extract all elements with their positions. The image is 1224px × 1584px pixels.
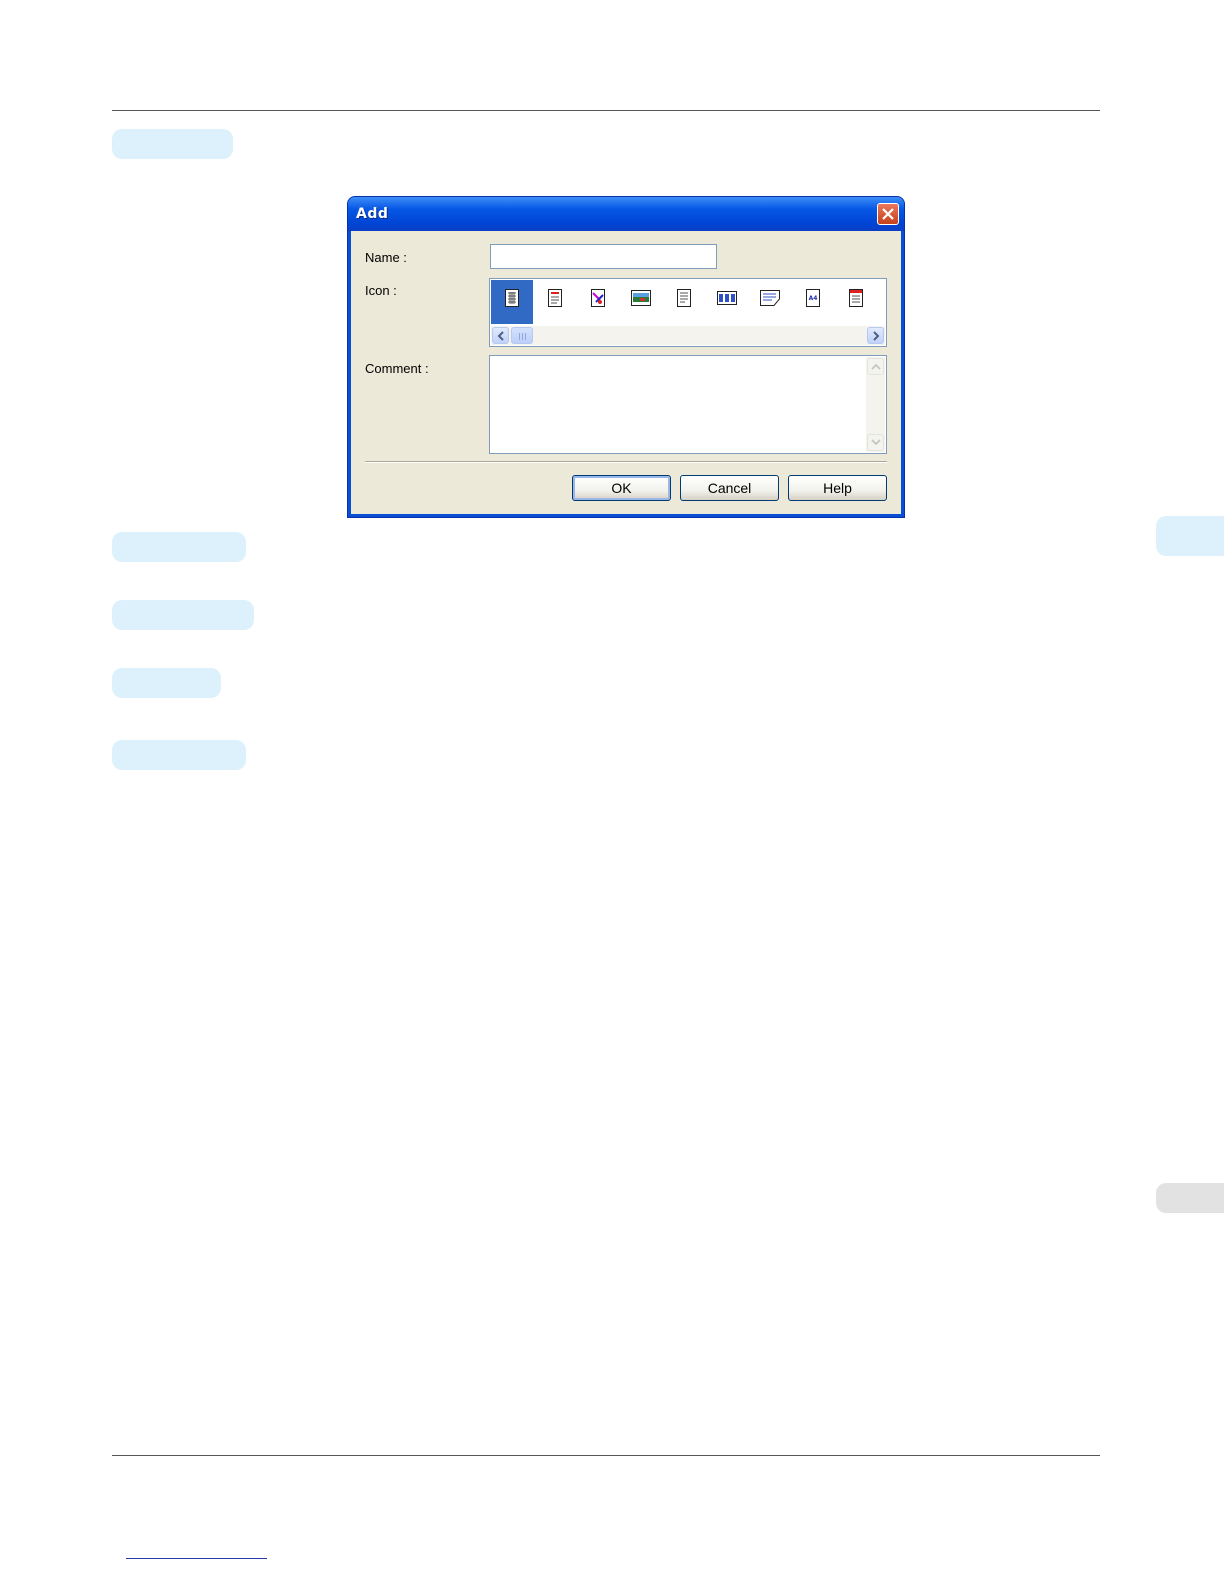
comment-label: Comment : xyxy=(365,361,429,376)
chevron-up-icon xyxy=(871,363,881,370)
comment-vertical-scrollbar[interactable] xyxy=(866,357,885,452)
svg-text:A4: A4 xyxy=(809,295,818,302)
scroll-down-button[interactable] xyxy=(867,434,884,451)
icon-option[interactable] xyxy=(620,280,662,324)
name-field[interactable] xyxy=(490,244,717,269)
document-landscape-icon xyxy=(760,290,780,306)
icon-option[interactable] xyxy=(663,280,705,324)
document-lines-icon xyxy=(677,289,691,307)
icon-option[interactable] xyxy=(749,280,791,324)
help-button[interactable]: Help xyxy=(788,475,887,501)
icon-horizontal-scrollbar[interactable] xyxy=(491,326,885,345)
step-marker-2 xyxy=(112,532,246,562)
cancel-button[interactable]: Cancel xyxy=(680,475,779,501)
scroll-right-button[interactable] xyxy=(867,327,884,344)
scroll-left-button[interactable] xyxy=(492,327,509,344)
dialog-titlebar[interactable]: Add xyxy=(348,197,904,231)
document-grid-icon xyxy=(505,289,519,307)
button-separator xyxy=(365,461,887,463)
chevron-right-icon xyxy=(873,331,880,341)
close-icon xyxy=(882,208,894,220)
icon-option[interactable] xyxy=(491,280,533,324)
document-red-header-icon xyxy=(849,289,863,307)
chapter-tab[interactable] xyxy=(1156,516,1224,556)
icon-option[interactable] xyxy=(835,280,877,324)
dialog-body: Name : Icon : A4 Comment: OK Cancel Hel… xyxy=(351,231,901,514)
index-tab[interactable] xyxy=(1156,1183,1224,1213)
icon-label: Icon : xyxy=(365,283,397,298)
document-a4-icon: A4 xyxy=(806,289,820,307)
document-graphics-icon xyxy=(591,289,605,307)
icon-option[interactable] xyxy=(534,280,576,324)
header-rule xyxy=(112,110,1100,111)
comment-box xyxy=(489,355,887,457)
step-marker-4 xyxy=(112,668,221,698)
icon-picker[interactable]: A4 xyxy=(489,278,887,347)
comment-field[interactable] xyxy=(490,356,870,457)
dialog-title: Add xyxy=(356,206,389,222)
name-label: Name : xyxy=(365,250,407,265)
document-table-icon xyxy=(717,291,737,305)
icon-option[interactable] xyxy=(577,280,619,324)
icon-option[interactable]: A4 xyxy=(792,280,834,324)
step-marker-3 xyxy=(112,600,254,630)
icon-option[interactable] xyxy=(706,280,748,324)
add-dialog: Add Name : Icon : A4 Comment: OK Cancel… xyxy=(348,197,904,517)
chevron-left-icon xyxy=(497,331,504,341)
footer-link[interactable] xyxy=(126,1558,267,1559)
footer-rule xyxy=(112,1455,1100,1456)
close-button[interactable] xyxy=(877,203,899,225)
document-photo-icon xyxy=(631,290,651,306)
ok-button[interactable]: OK xyxy=(572,475,671,501)
scroll-thumb[interactable] xyxy=(511,327,533,344)
scroll-up-button[interactable] xyxy=(867,358,884,375)
document-red-lines-icon xyxy=(548,289,562,307)
chevron-down-icon xyxy=(871,439,881,446)
step-marker-5 xyxy=(112,740,246,770)
step-marker-1 xyxy=(112,129,233,159)
